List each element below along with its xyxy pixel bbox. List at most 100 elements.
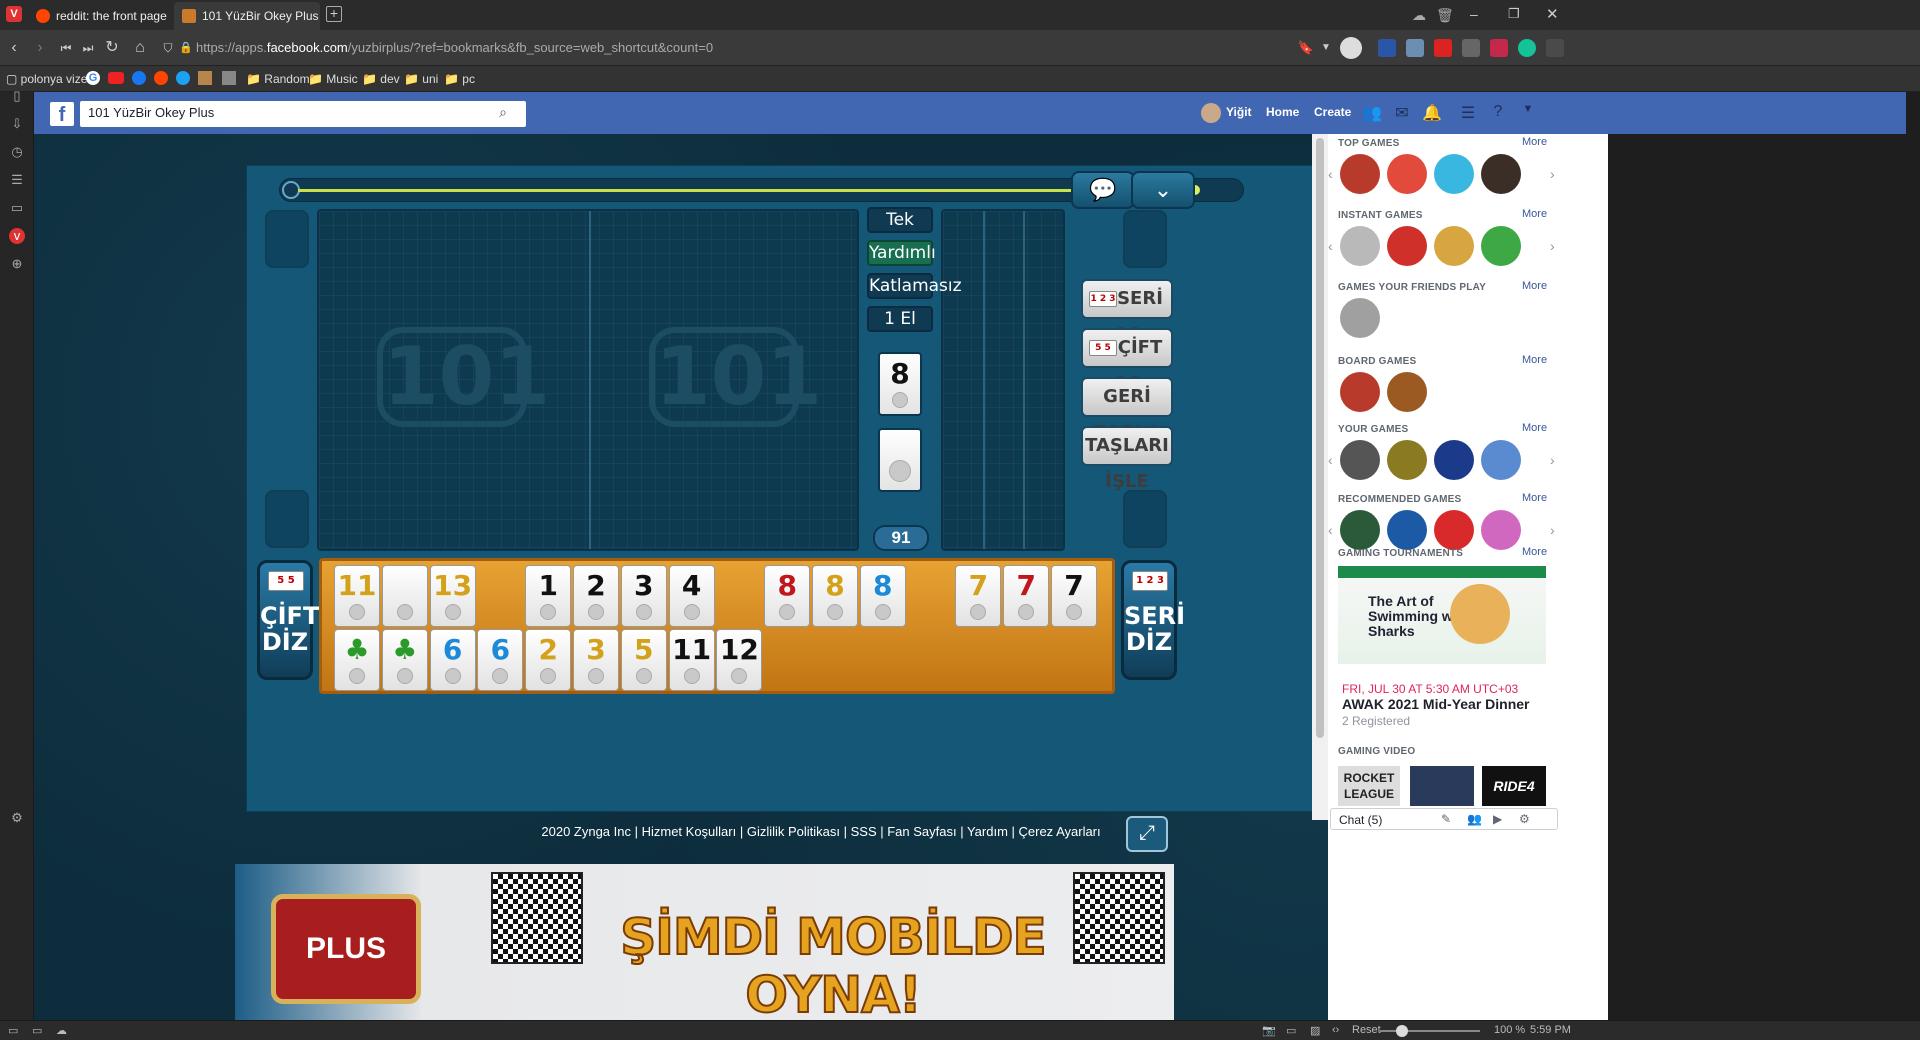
- game-icon[interactable]: [1387, 154, 1427, 194]
- rack-tile[interactable]: 4: [668, 565, 715, 627]
- twitter-icon[interactable]: [176, 71, 190, 85]
- game-icon[interactable]: [1481, 226, 1521, 266]
- facebook-search-input[interactable]: 101 YüzBir Okey Plus ⌕: [80, 101, 526, 127]
- game-canvas[interactable]: 💬 ⌄ 101 101 Tek Yardımlı Katlamasız 1 El…: [246, 165, 1396, 812]
- more-link[interactable]: More: [1522, 492, 1547, 504]
- chat-settings-icon[interactable]: ⚙: [1519, 812, 1530, 826]
- carousel-prev-icon[interactable]: ‹: [1328, 154, 1338, 194]
- rack-tile[interactable]: 12: [716, 629, 763, 691]
- images-icon[interactable]: ▨: [1310, 1024, 1320, 1037]
- forward-icon[interactable]: ›: [30, 38, 50, 58]
- youtube-icon[interactable]: [108, 72, 124, 84]
- video-call-icon[interactable]: ▶: [1493, 812, 1502, 826]
- tile-icon[interactable]: ▭: [1286, 1024, 1296, 1037]
- carousel-prev-icon[interactable]: ‹: [1328, 440, 1338, 480]
- reddit-icon[interactable]: [154, 71, 168, 85]
- rack-tile[interactable]: 8: [859, 565, 906, 627]
- more-link[interactable]: More: [1522, 546, 1547, 558]
- tournament-image[interactable]: The Art of Swimming with Sharks: [1338, 566, 1546, 664]
- geri-topla-button[interactable]: GERİ TOPLA: [1081, 377, 1173, 443]
- cift-diz-button[interactable]: 5 5 ÇİFT DİZ: [257, 560, 319, 680]
- game-icon[interactable]: [1434, 510, 1474, 550]
- game-icon[interactable]: [1387, 440, 1427, 480]
- rack-tile[interactable]: 3: [620, 565, 667, 627]
- rack-tile[interactable]: 6: [477, 629, 524, 691]
- extension-puzzle-icon[interactable]: [1462, 39, 1480, 57]
- user-avatar[interactable]: [1201, 103, 1221, 123]
- cift-ac-button[interactable]: 5 5ÇİFT AÇ: [1081, 328, 1173, 394]
- rack-tile[interactable]: 1: [525, 565, 572, 627]
- rack-tile[interactable]: ♣: [381, 629, 428, 691]
- seri-diz-button[interactable]: 1 2 3 SERİ DİZ: [1121, 560, 1185, 680]
- messenger-icon[interactable]: ✉: [1392, 103, 1412, 123]
- game-icon[interactable]: [1434, 154, 1474, 194]
- bookmark-polonya-vize[interactable]: ▢ polonya vize: [6, 70, 87, 88]
- game-icon[interactable]: [1340, 372, 1380, 412]
- tab-reddit[interactable]: reddit: the front page of th: [28, 2, 170, 30]
- game-icon[interactable]: [1387, 510, 1427, 550]
- restore-button[interactable]: ❐: [1508, 6, 1520, 22]
- carousel-next-icon[interactable]: ›: [1550, 440, 1560, 480]
- video-thumb-ride4[interactable]: RIDE4: [1482, 766, 1546, 806]
- seri-ac-button[interactable]: 1 2 3SERİ AÇ: [1081, 279, 1173, 345]
- dropdown-icon[interactable]: ▼: [1316, 38, 1336, 58]
- chat-bar[interactable]: Chat (5) ✎ 👥 ▶ ⚙: [1330, 808, 1558, 830]
- game-icon[interactable]: [1340, 154, 1380, 194]
- rewind-icon[interactable]: ⏮: [56, 38, 76, 58]
- window-icon[interactable]: ▭: [9, 200, 25, 216]
- panel-toggle-icon[interactable]: ▭: [8, 1024, 18, 1037]
- game-icon[interactable]: [1387, 372, 1427, 412]
- extension-ublock-icon[interactable]: [1378, 39, 1396, 57]
- chat-button[interactable]: 💬: [1071, 171, 1135, 209]
- game-icon[interactable]: [1481, 510, 1521, 550]
- more-link[interactable]: More: [1522, 208, 1547, 220]
- game-icon[interactable]: [1340, 510, 1380, 550]
- discard-tile[interactable]: 8: [878, 352, 922, 416]
- more-link[interactable]: More: [1522, 354, 1547, 366]
- add-panel-icon[interactable]: ⊕: [9, 256, 25, 272]
- extension-gift-icon[interactable]: [1490, 39, 1508, 57]
- fast-forward-icon[interactable]: ⏭: [78, 38, 98, 58]
- page-scrollbar[interactable]: [1312, 134, 1328, 820]
- mobile-promo-banner[interactable]: PLUS ŞİMDİ MOBİLDE OYNA!: [235, 864, 1174, 1020]
- extension-youtube-icon[interactable]: [1434, 39, 1452, 57]
- bookmarks-panel-icon[interactable]: ▯: [9, 88, 25, 104]
- more-link[interactable]: More: [1522, 136, 1547, 148]
- rack-tile[interactable]: [381, 565, 428, 627]
- scrollbar-thumb[interactable]: [1316, 138, 1324, 738]
- zoom-slider-knob[interactable]: [1396, 1025, 1408, 1037]
- rack-tile[interactable]: 6: [429, 629, 476, 691]
- url-field[interactable]: https://apps.facebook.com/yuzbirplus/?re…: [196, 36, 1576, 60]
- carousel-next-icon[interactable]: ›: [1550, 226, 1560, 266]
- game-icon[interactable]: [1434, 226, 1474, 266]
- collapse-button[interactable]: ⌄: [1131, 171, 1195, 209]
- carousel-prev-icon[interactable]: ‹: [1328, 226, 1338, 266]
- rack-tile[interactable]: 2: [573, 565, 619, 627]
- game-icon[interactable]: [1387, 226, 1427, 266]
- vivaldi-icon[interactable]: v: [9, 228, 25, 244]
- code-icon[interactable]: ‹›: [1332, 1024, 1339, 1036]
- more-link[interactable]: More: [1522, 422, 1547, 434]
- group-icon[interactable]: 👥: [1467, 812, 1482, 826]
- carousel-next-icon[interactable]: ›: [1550, 510, 1560, 550]
- carousel-next-icon[interactable]: ›: [1550, 154, 1560, 194]
- history-icon[interactable]: ◷: [9, 144, 25, 160]
- capture-icon[interactable]: 📷: [1262, 1024, 1276, 1037]
- profile-avatar[interactable]: [1340, 37, 1362, 59]
- bookmark-music[interactable]: 📁 Music: [308, 70, 358, 88]
- bookmark-ub-icon[interactable]: [222, 71, 236, 85]
- more-link[interactable]: More: [1522, 280, 1547, 292]
- settings-icon[interactable]: ⚙: [9, 810, 25, 826]
- rack-tile[interactable]: 7: [1003, 565, 1050, 627]
- bookmark-dev[interactable]: 📁 dev: [362, 70, 400, 88]
- extension-menu-icon[interactable]: [1546, 39, 1564, 57]
- zoom-slider[interactable]: [1380, 1025, 1480, 1037]
- compose-icon[interactable]: ✎: [1441, 812, 1451, 826]
- create-link[interactable]: Create: [1314, 105, 1351, 119]
- bookmark-uni[interactable]: 📁 uni: [404, 70, 438, 88]
- google-icon[interactable]: G: [86, 71, 100, 85]
- user-name-link[interactable]: Yiğit: [1226, 105, 1252, 119]
- rack-tile[interactable]: 7: [1051, 565, 1097, 627]
- game-footer-links[interactable]: 2020 Zynga Inc | Hizmet Koşulları | Gizl…: [246, 824, 1396, 839]
- rack-tile[interactable]: 3: [573, 629, 619, 691]
